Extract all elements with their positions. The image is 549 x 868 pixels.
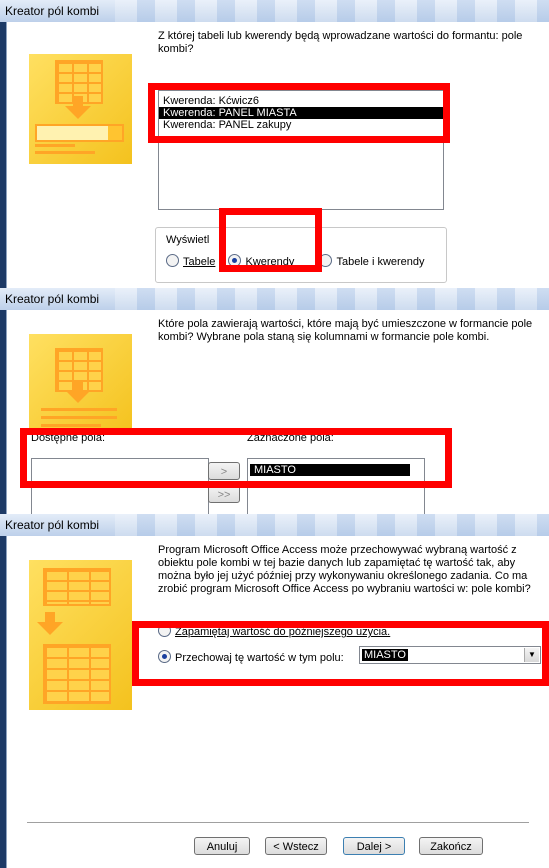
arrow-down-icon: [37, 612, 63, 635]
cancel-button[interactable]: Anuluj: [194, 837, 250, 855]
next-button[interactable]: Dalej >: [343, 837, 405, 855]
prompt-text: Które pola zawierają wartości, które maj…: [158, 318, 533, 343]
dialog-3: Kreator pól kombi Program Microsoft Offi…: [0, 514, 549, 868]
wizard-illustration: [29, 54, 132, 164]
wizard-illustration: [29, 334, 132, 434]
radio-tabele-i-kwerendy[interactable]: Tabele i kwerendy: [319, 254, 425, 268]
highlight-box-fields: [20, 428, 452, 488]
finish-button[interactable]: Zakończ: [419, 837, 483, 855]
combobox-icon: [35, 124, 124, 142]
table-icon: [43, 568, 111, 606]
dialog-2: Kreator pól kombi Które pola zawierają w…: [0, 288, 549, 514]
arrow-down-icon: [65, 96, 91, 119]
arrow-down-icon: [65, 380, 91, 403]
highlight-box-option: [132, 621, 549, 686]
titlebar[interactable]: Kreator pól kombi: [0, 288, 549, 310]
separator: [27, 822, 529, 823]
dialog-1: Kreator pól kombi Z której tabeli lub kw…: [0, 0, 549, 288]
window-title: Kreator pól kombi: [5, 292, 100, 306]
wizard-illustration: [29, 560, 132, 710]
back-button[interactable]: < Wstecz: [265, 837, 327, 855]
highlight-box-list: [148, 83, 450, 143]
prompt-text: Z której tabeli lub kwerendy będą wprowa…: [158, 30, 523, 55]
view-group-label: Wyświetl: [166, 234, 210, 246]
window-title: Kreator pól kombi: [5, 4, 100, 18]
titlebar[interactable]: Kreator pól kombi: [0, 0, 549, 22]
prompt-text: Program Microsoft Office Access może prz…: [158, 544, 531, 595]
radio-tabele[interactable]: Tabele: [166, 254, 215, 268]
titlebar[interactable]: Kreator pól kombi: [0, 514, 549, 536]
table-icon: [43, 644, 111, 704]
highlight-box-radio: [219, 208, 322, 272]
window-title: Kreator pól kombi: [5, 518, 100, 532]
